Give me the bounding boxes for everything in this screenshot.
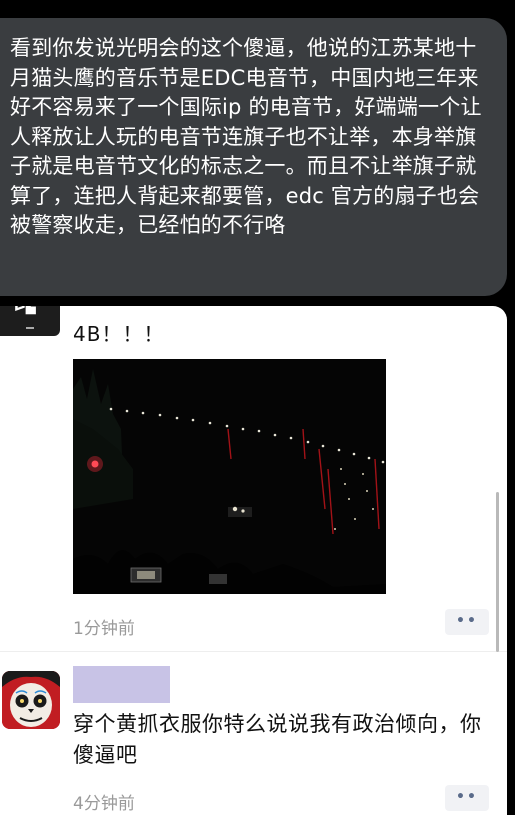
avatar-logo-underline [26, 327, 34, 329]
more-options-button[interactable]: •• [445, 609, 489, 635]
avatar-logo-mark: ᐅ▙ [14, 306, 36, 315]
concert-night-photo-icon [73, 359, 386, 594]
more-options-button[interactable]: •• [445, 785, 489, 811]
concert-photo[interactable] [73, 359, 386, 594]
speech-bubble: 看到你发说光明会的这个傻逼，他说的江苏某地十月猫头鹰的音乐节是EDC电音节，中国… [0, 18, 507, 296]
speech-bubble-text: 看到你发说光明会的这个傻逼，他说的江苏某地十月猫头鹰的音乐节是EDC电音节，中国… [10, 36, 482, 237]
comment-text: 穿个黄抓衣服你特么说说我有政治倾向，你傻逼吧 [73, 712, 482, 767]
skull-face-avatar-icon[interactable] [2, 671, 60, 729]
comment-time: 4分钟前 [73, 794, 135, 814]
comment-text: 4B！！！ [73, 322, 165, 346]
skull-face-graphic [2, 671, 60, 729]
comment-divider [0, 651, 507, 652]
dark-logo-avatar-icon[interactable]: ᐅ▙ [0, 306, 60, 336]
comment-time: 1分钟前 [73, 619, 135, 639]
scrollbar[interactable] [496, 492, 499, 652]
comment-list[interactable]: ᐅ▙ 4B！！！ 1分钟前 •• 穿个黄抓衣服你特么说说我有政治倾向，你傻逼吧 … [0, 306, 507, 815]
redacted-username [73, 666, 170, 703]
